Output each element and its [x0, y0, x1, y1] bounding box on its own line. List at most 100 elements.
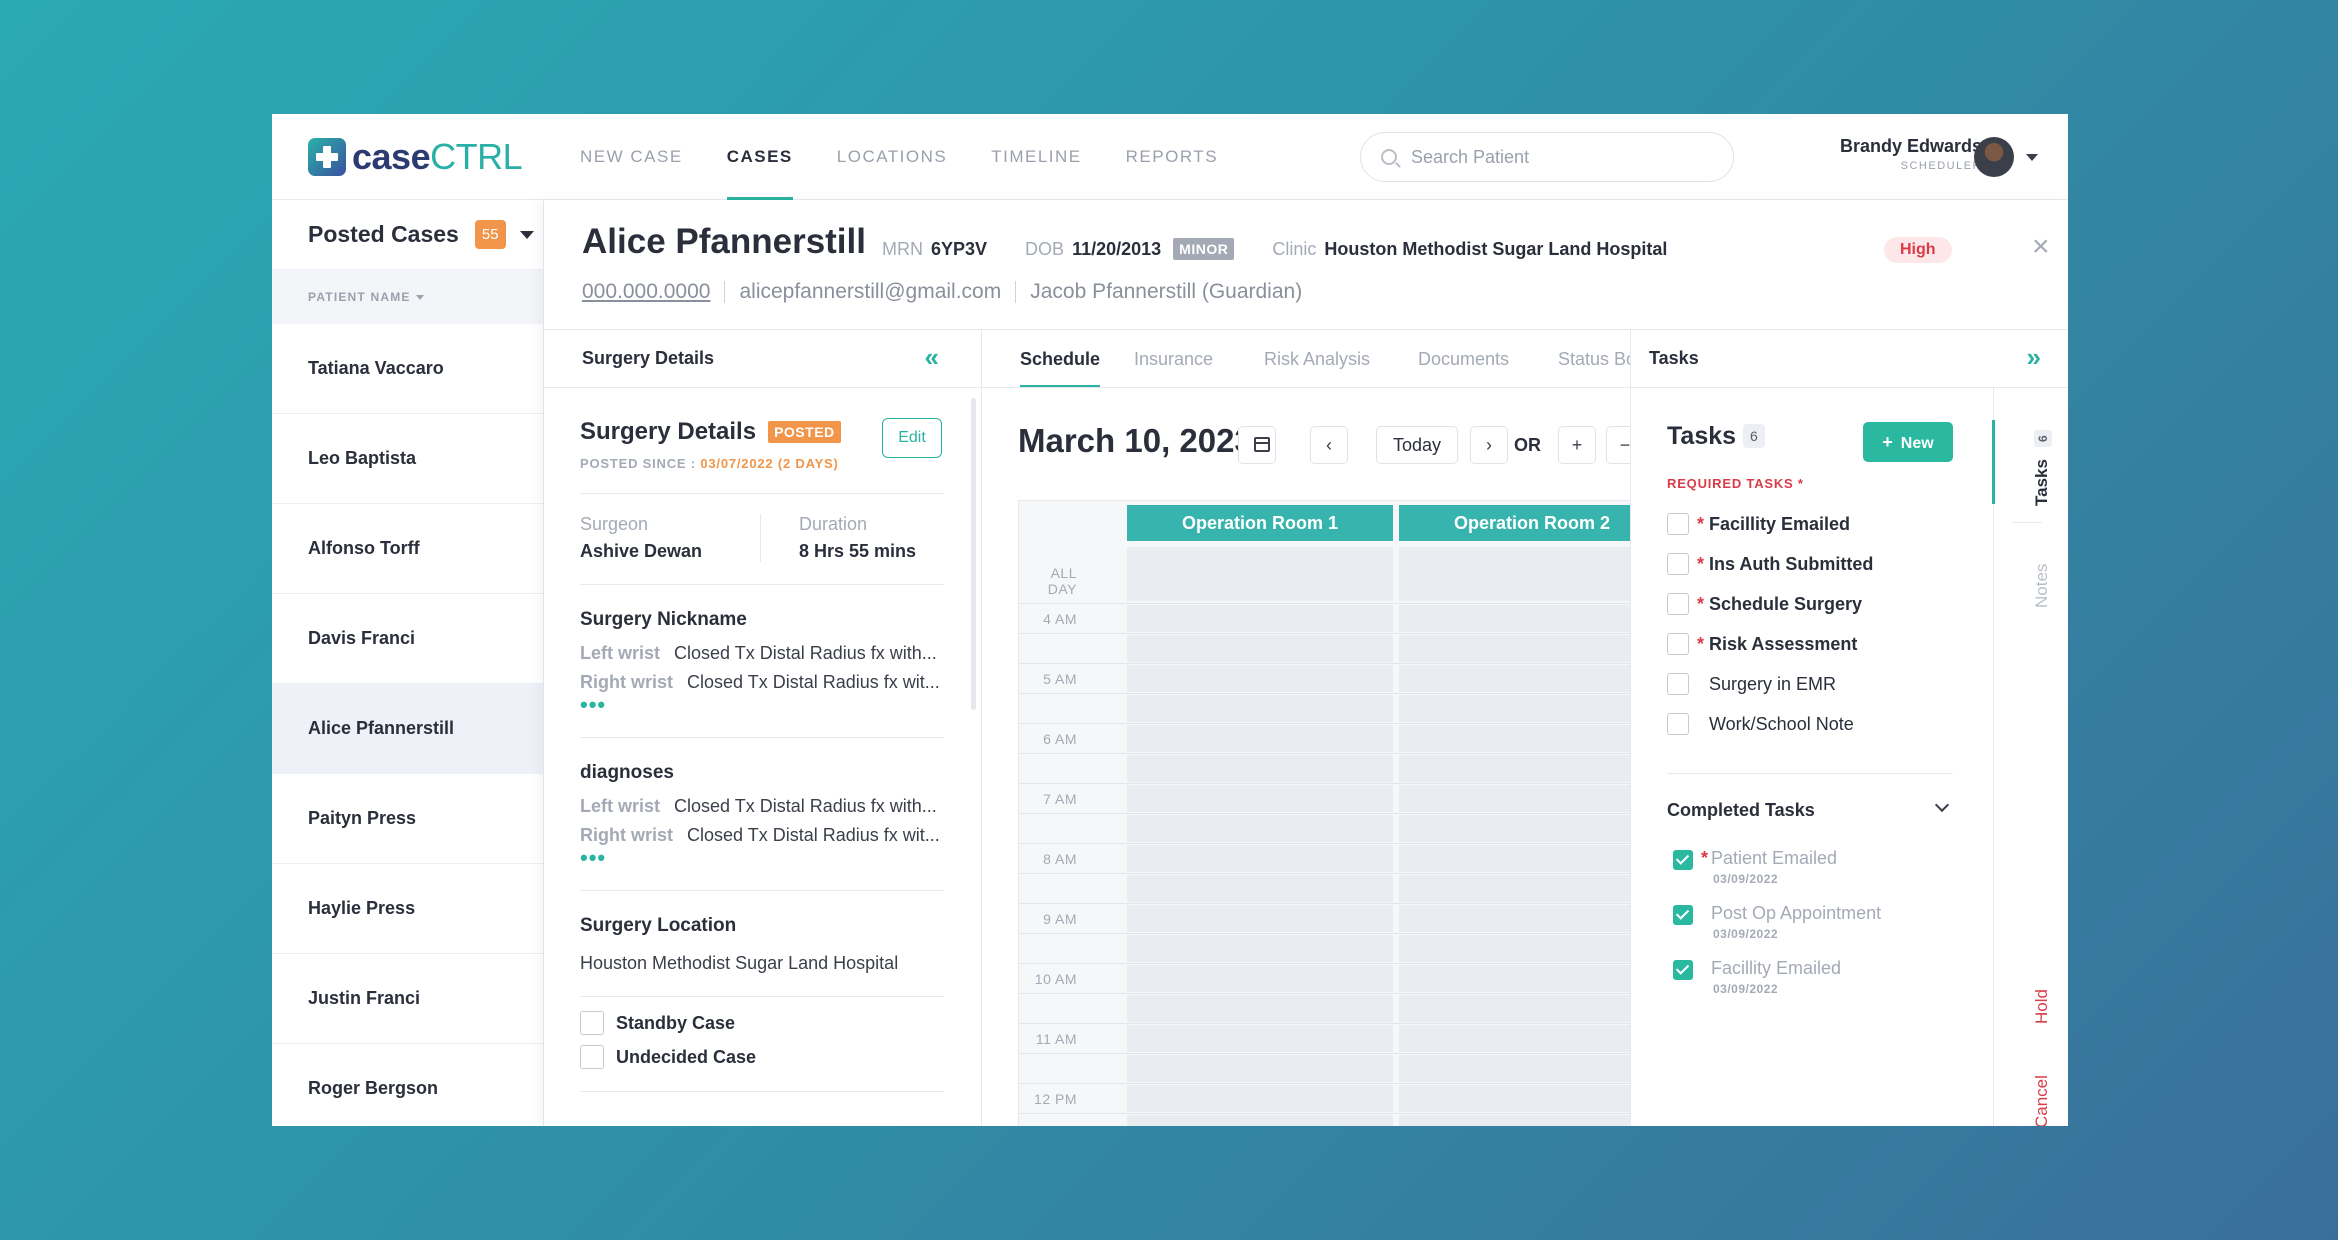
collapse-right-icon[interactable]: » [2027, 344, 2041, 370]
time-slot[interactable] [1399, 725, 1630, 752]
nav-locations[interactable]: LOCATIONS [837, 114, 947, 200]
time-slot[interactable] [1127, 1025, 1393, 1052]
collapse-left-icon[interactable]: « [925, 344, 939, 370]
time-slot[interactable] [1399, 815, 1630, 842]
time-slot[interactable] [1399, 1055, 1630, 1082]
time-slot[interactable] [1127, 875, 1393, 902]
checkbox[interactable] [1667, 673, 1689, 695]
chevron-down-icon[interactable] [1934, 797, 1950, 813]
patient-list-item[interactable]: Paityn Press [272, 774, 543, 864]
time-slot[interactable] [1399, 1115, 1630, 1126]
all-day-slot[interactable] [1399, 547, 1630, 601]
time-slot[interactable] [1399, 875, 1630, 902]
time-slot[interactable] [1399, 665, 1630, 692]
hold-button[interactable]: Hold [2032, 989, 2052, 1024]
time-slot[interactable] [1127, 845, 1393, 872]
checkbox[interactable] [1667, 713, 1689, 735]
checkbox[interactable] [580, 1045, 604, 1069]
time-slot[interactable] [1127, 605, 1393, 632]
time-slot[interactable] [1127, 965, 1393, 992]
user-menu-caret-icon[interactable] [2026, 154, 2038, 161]
checkbox[interactable] [1667, 513, 1689, 535]
time-slot[interactable] [1127, 785, 1393, 812]
nav-cases[interactable]: CASES [726, 114, 793, 200]
nav-timeline[interactable]: TIMELINE [991, 114, 1081, 200]
time-slot[interactable] [1127, 905, 1393, 932]
phone-link[interactable]: 000.000.0000 [582, 280, 710, 304]
time-slot[interactable] [1127, 1085, 1393, 1112]
scrollbar[interactable] [971, 398, 976, 710]
patient-list-item-selected[interactable]: Alice Pfannerstill [272, 684, 543, 774]
next-day-button[interactable]: › [1470, 426, 1508, 464]
time-slot[interactable] [1399, 605, 1630, 632]
zoom-in-button[interactable]: + [1558, 426, 1596, 464]
time-slot[interactable] [1399, 935, 1630, 962]
time-slot[interactable] [1127, 695, 1393, 722]
zoom-out-button[interactable]: − [1606, 426, 1630, 464]
today-button[interactable]: Today [1376, 426, 1458, 464]
time-slot[interactable] [1127, 995, 1393, 1022]
time-slot[interactable] [1127, 1115, 1393, 1126]
completed-task-item[interactable]: * Patient Emailed 03/09/2022 [1667, 848, 1967, 903]
task-item[interactable]: * Facillity Emailed [1667, 504, 1967, 544]
task-item[interactable]: * Ins Auth Submitted [1667, 544, 1967, 584]
checkbox[interactable] [580, 1011, 604, 1035]
patient-list-item[interactable]: Roger Bergson [272, 1044, 543, 1126]
user-info[interactable]: Brandy Edwards SCHEDULER [1840, 136, 1982, 172]
completed-task-item[interactable]: Post Op Appointment 03/09/2022 [1667, 903, 1967, 958]
checked-checkbox[interactable] [1673, 960, 1693, 980]
completed-task-item[interactable]: Facillity Emailed 03/09/2022 [1667, 958, 1967, 1013]
time-slot[interactable] [1127, 725, 1393, 752]
time-slot[interactable] [1399, 845, 1630, 872]
nav-reports[interactable]: REPORTS [1126, 114, 1218, 200]
patient-list-item[interactable]: Tatiana Vaccaro [272, 324, 543, 414]
search-input[interactable] [1411, 146, 1711, 168]
checkbox[interactable] [1667, 633, 1689, 655]
prev-day-button[interactable]: ‹ [1310, 426, 1348, 464]
patient-list-item[interactable]: Haylie Press [272, 864, 543, 954]
task-item[interactable]: * Schedule Surgery [1667, 584, 1967, 624]
checked-checkbox[interactable] [1673, 905, 1693, 925]
time-slot[interactable] [1127, 1055, 1393, 1082]
time-slot[interactable] [1127, 755, 1393, 782]
edit-button[interactable]: Edit [882, 418, 942, 458]
undecided-case-checkbox[interactable]: Undecided Case [580, 1045, 944, 1069]
all-day-slot[interactable] [1127, 547, 1393, 601]
task-item[interactable]: Work/School Note [1667, 704, 1967, 744]
time-slot[interactable] [1127, 665, 1393, 692]
task-item[interactable]: Surgery in EMR [1667, 664, 1967, 704]
more-icon[interactable]: ••• [580, 847, 944, 869]
checkbox[interactable] [1667, 593, 1689, 615]
new-task-button[interactable]: + New [1863, 422, 1953, 462]
search-box[interactable] [1360, 132, 1734, 182]
time-slot[interactable] [1399, 1025, 1630, 1052]
case-filter-caret-icon[interactable] [519, 230, 534, 239]
room-header[interactable]: Operation Room 1 [1127, 505, 1393, 541]
time-slot[interactable] [1127, 635, 1393, 662]
time-slot[interactable] [1399, 755, 1630, 782]
standby-case-checkbox[interactable]: Standby Case [580, 1011, 944, 1035]
patient-name-column-header[interactable]: PATIENT NAME [272, 270, 543, 324]
time-slot[interactable] [1127, 815, 1393, 842]
time-slot[interactable] [1399, 1085, 1630, 1112]
avatar[interactable] [1974, 137, 2014, 177]
time-slot[interactable] [1399, 965, 1630, 992]
side-tab-notes[interactable]: Notes [2032, 564, 2052, 608]
patient-list-item[interactable]: Justin Franci [272, 954, 543, 1044]
time-slot[interactable] [1399, 905, 1630, 932]
room-header[interactable]: Operation Room 2 [1399, 505, 1630, 541]
nav-new-case[interactable]: NEW CASE [580, 114, 683, 200]
time-slot[interactable] [1399, 635, 1630, 662]
checked-checkbox[interactable] [1673, 850, 1693, 870]
time-slot[interactable] [1399, 695, 1630, 722]
tab-documents[interactable]: Documents [1418, 330, 1509, 387]
completed-tasks-title[interactable]: Completed Tasks [1667, 800, 1815, 821]
patient-list-item[interactable]: Alfonso Torff [272, 504, 543, 594]
date-picker-button[interactable] [1238, 426, 1276, 464]
cancel-button[interactable]: Cancel [2032, 1075, 2052, 1126]
patient-list-item[interactable]: Davis Franci [272, 594, 543, 684]
task-item[interactable]: * Risk Assessment [1667, 624, 1967, 664]
tab-status-board[interactable]: Status Board [1558, 330, 1630, 387]
time-slot[interactable] [1399, 785, 1630, 812]
tab-insurance[interactable]: Insurance [1134, 330, 1213, 387]
